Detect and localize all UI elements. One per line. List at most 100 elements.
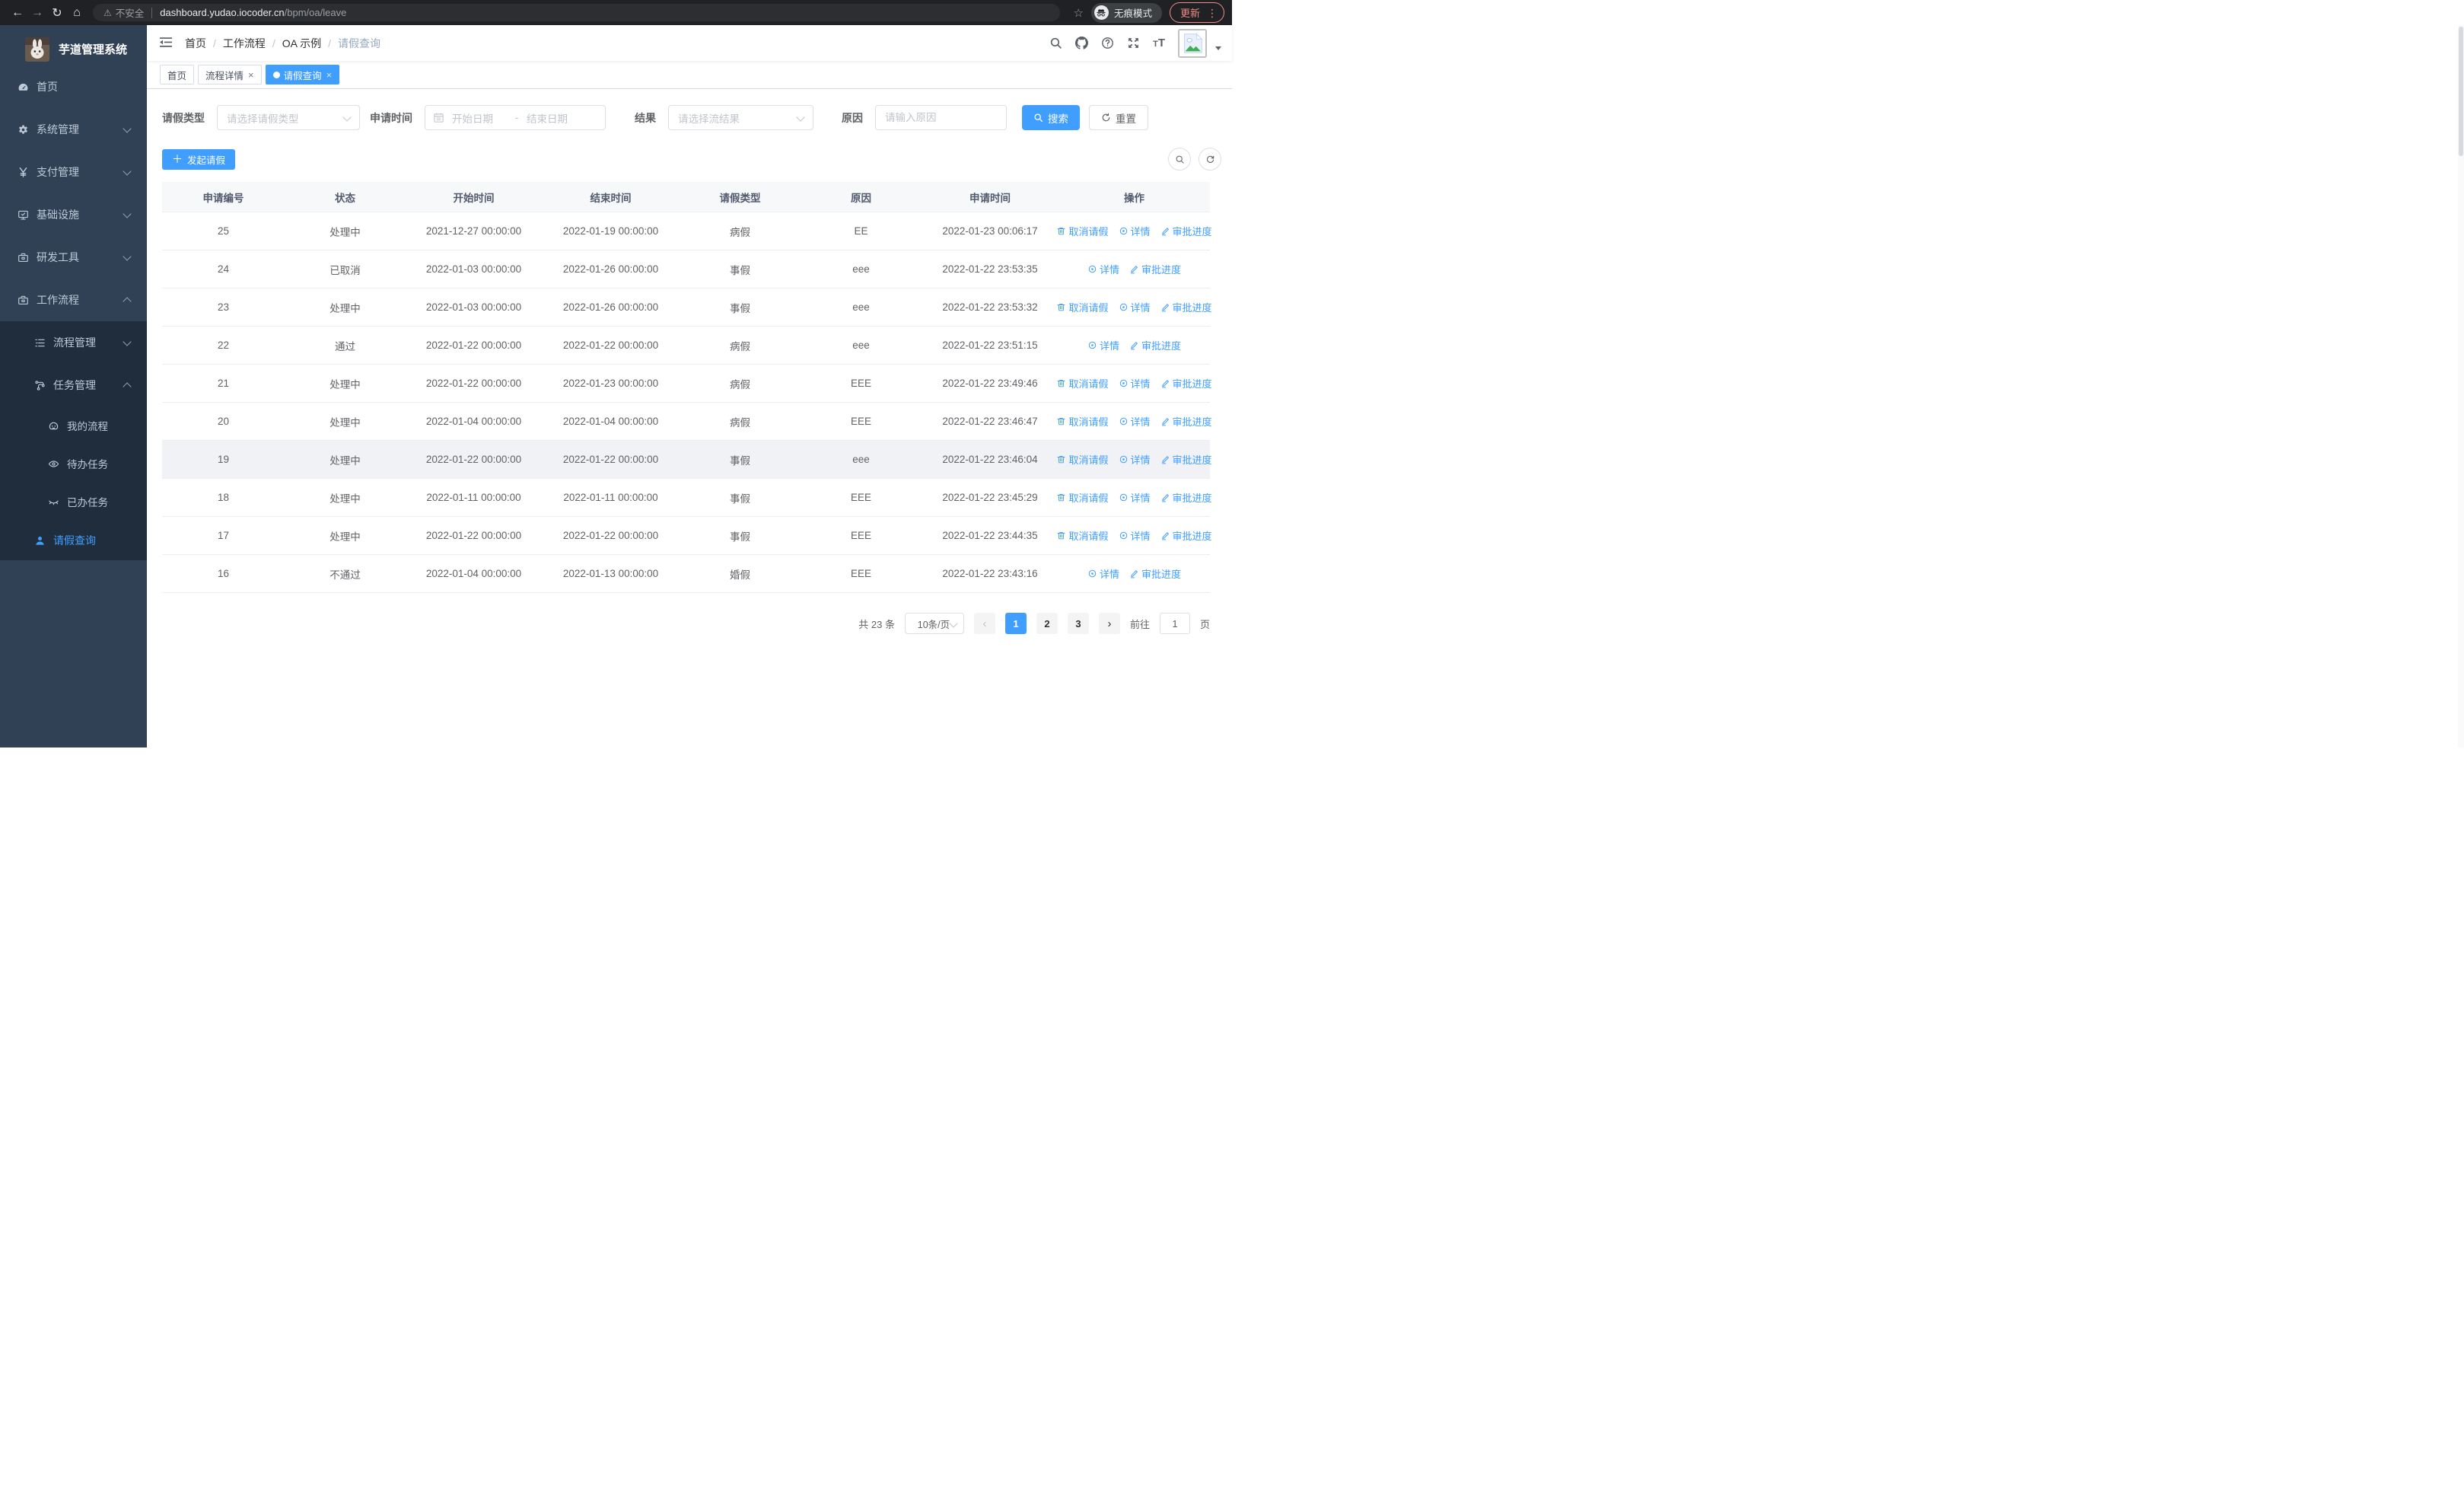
goto-page-input[interactable] (1159, 613, 1190, 634)
cell-type: 病假 (680, 326, 801, 365)
insecure-warning-icon[interactable]: ⚠ (103, 8, 112, 18)
back-icon[interactable]: ← (8, 3, 27, 23)
prev-page-button[interactable]: ‹ (973, 613, 995, 634)
create-leave-button[interactable]: ＋ 发起请假 (162, 148, 236, 170)
forward-icon[interactable]: → (27, 3, 47, 23)
scrollbar[interactable] (2458, 25, 2464, 748)
progress-link[interactable]: 审批进度 (1160, 376, 1212, 390)
apply-time-range-picker[interactable]: 开始日期 - 结束日期 (425, 105, 606, 130)
scrollbar-thumb[interactable] (2459, 27, 2463, 156)
update-label: 更新 (1179, 8, 1200, 19)
avatar-caret-icon[interactable] (1215, 46, 1221, 50)
next-page-button[interactable]: › (1098, 613, 1120, 634)
sidebar-item-todo-tasks[interactable]: 待办任务 (0, 445, 147, 483)
progress-link[interactable]: 审批进度 (1129, 338, 1181, 352)
page-button-2[interactable]: 2 (1036, 613, 1058, 634)
reset-button[interactable]: 重置 (1089, 105, 1148, 130)
search-button[interactable]: 搜索 (1022, 105, 1080, 130)
reload-icon[interactable]: ↻ (47, 3, 67, 23)
sidebar-item-leave-query[interactable]: 请假查询 (0, 521, 147, 560)
sidebar-item-system[interactable]: 系统管理 (0, 108, 147, 151)
plus-icon: ＋ (172, 153, 183, 165)
progress-link[interactable]: 审批进度 (1160, 528, 1212, 543)
eye-icon (47, 458, 59, 470)
progress-link[interactable]: 审批进度 (1160, 300, 1212, 314)
cancel-link[interactable]: 取消请假 (1056, 452, 1109, 467)
detail-link[interactable]: 详情 (1119, 376, 1151, 390)
toolbox-icon (17, 252, 29, 263)
show-search-button[interactable] (1168, 148, 1191, 171)
sidebar-item-process-mgmt[interactable]: 流程管理 (0, 321, 147, 364)
tab-process-detail[interactable]: 流程详情 × (198, 65, 262, 84)
cell-end: 2022-01-04 00:00:00 (542, 402, 680, 441)
page-button-1[interactable]: 1 (1004, 613, 1027, 634)
close-icon[interactable]: × (248, 70, 254, 80)
progress-link[interactable]: 审批进度 (1129, 566, 1181, 581)
detail-link[interactable]: 详情 (1119, 452, 1151, 467)
end-date-placeholder: 结束日期 (527, 113, 568, 125)
search-icon[interactable] (1049, 37, 1062, 49)
progress-link[interactable]: 审批进度 (1160, 224, 1212, 238)
detail-link[interactable]: 详情 (1119, 528, 1151, 543)
detail-link[interactable]: 详情 (1119, 414, 1151, 429)
cell-type: 事假 (680, 478, 801, 517)
sidebar-item-done-tasks[interactable]: 已办任务 (0, 483, 147, 521)
user-avatar[interactable] (1178, 28, 1207, 58)
sidebar-item-workflow[interactable]: 工作流程 (0, 279, 147, 321)
progress-link[interactable]: 审批进度 (1160, 490, 1212, 505)
detail-link[interactable]: 详情 (1119, 300, 1151, 314)
cell-type: 事假 (680, 288, 801, 327)
browser-update-button[interactable]: 更新 ⋮ (1169, 2, 1224, 23)
font-size-icon[interactable]: TT (1153, 37, 1165, 49)
result-select[interactable]: 请选择流结果 (668, 105, 813, 130)
cancel-link[interactable]: 取消请假 (1056, 376, 1109, 390)
cancel-link[interactable]: 取消请假 (1056, 224, 1109, 238)
breadcrumb-item[interactable]: 工作流程 (223, 36, 266, 51)
logo-row[interactable]: 芋道管理系统 (0, 25, 147, 65)
sidebar-item-dev-tools[interactable]: 研发工具 (0, 236, 147, 279)
detail-link[interactable]: 详情 (1119, 490, 1151, 505)
page-size-select[interactable]: 10条/页 (904, 613, 964, 634)
cancel-link[interactable]: 取消请假 (1056, 528, 1109, 543)
reason-input[interactable] (875, 105, 1007, 130)
fullscreen-icon[interactable] (1127, 37, 1140, 49)
github-icon[interactable] (1075, 37, 1089, 49)
close-icon[interactable]: × (326, 70, 333, 80)
tab-home[interactable]: 首页 (160, 65, 195, 84)
detail-link[interactable]: 详情 (1087, 338, 1119, 352)
browser-toolbar: ← → ↻ ⌂ ⚠ 不安全 dashboard.yudao.iocoder.cn… (0, 0, 1232, 25)
collapse-sidebar-icon[interactable] (159, 36, 173, 51)
browser-menu-icon[interactable]: ⋮ (1207, 8, 1218, 18)
sidebar-item-my-process[interactable]: 我的流程 (0, 406, 147, 445)
refresh-table-button[interactable] (1199, 148, 1221, 171)
sidebar-item-payment[interactable]: 支付管理 (0, 151, 147, 193)
bookmark-star-icon[interactable]: ☆ (1074, 6, 1084, 20)
cell-applied: 2022-01-22 23:51:15 (922, 326, 1059, 365)
progress-link[interactable]: 审批进度 (1160, 452, 1212, 467)
cell-id: 21 (162, 364, 285, 403)
page-button-3[interactable]: 3 (1067, 613, 1089, 634)
sidebar-item-infrastructure[interactable]: 基础设施 (0, 193, 147, 236)
sidebar-item-home[interactable]: 首页 (0, 65, 147, 108)
progress-link[interactable]: 审批进度 (1160, 414, 1212, 429)
cancel-link[interactable]: 取消请假 (1056, 300, 1109, 314)
eye-closed-icon (47, 496, 59, 508)
leave-type-select[interactable]: 请选择请假类型 (217, 105, 360, 130)
detail-link[interactable]: 详情 (1087, 262, 1119, 276)
detail-link[interactable]: 详情 (1119, 224, 1151, 238)
tab-leave-query[interactable]: 请假查询 × (265, 65, 340, 84)
cell-id: 19 (162, 440, 285, 479)
cell-status: 处理中 (285, 516, 406, 555)
sidebar-item-task-mgmt[interactable]: 任务管理 (0, 364, 147, 406)
progress-link[interactable]: 审批进度 (1129, 262, 1181, 276)
address-bar[interactable]: ⚠ 不安全 dashboard.yudao.iocoder.cn /bpm/oa… (93, 4, 1060, 21)
breadcrumb-item[interactable]: OA 示例 (282, 36, 321, 51)
cell-status: 处理中 (285, 288, 406, 327)
detail-link[interactable]: 详情 (1087, 566, 1119, 581)
home-icon[interactable]: ⌂ (67, 3, 87, 23)
breadcrumb-item[interactable]: 首页 (185, 36, 206, 51)
table-row: 24 已取消 2022-01-03 00:00:00 2022-01-26 00:00… (162, 250, 1210, 288)
cancel-link[interactable]: 取消请假 (1056, 490, 1109, 505)
help-icon[interactable] (1101, 37, 1114, 49)
cancel-link[interactable]: 取消请假 (1056, 414, 1109, 429)
